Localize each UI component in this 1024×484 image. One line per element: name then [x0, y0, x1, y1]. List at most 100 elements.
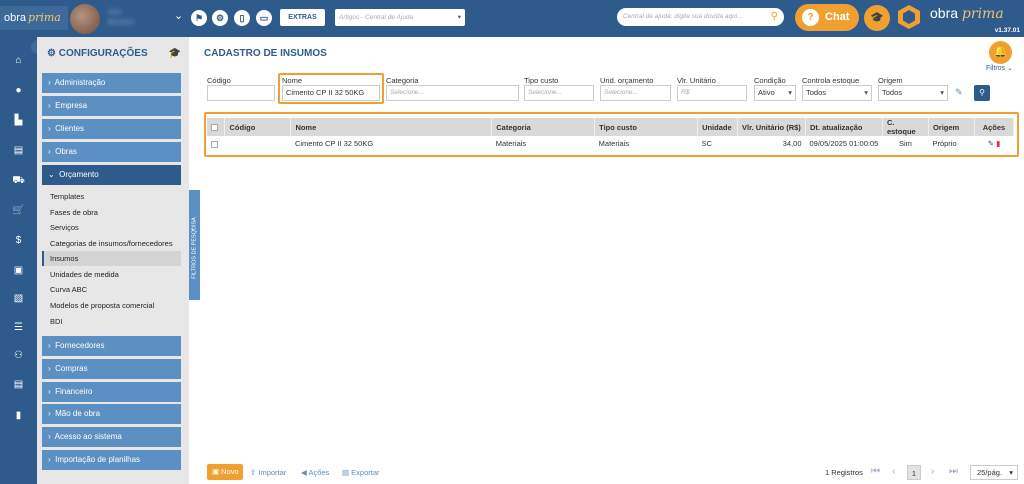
- edit-icon[interactable]: ✎: [988, 139, 994, 148]
- condicao-label: Condição: [754, 76, 786, 85]
- col-tipo-custo[interactable]: Tipo custo: [594, 118, 699, 136]
- search-icon[interactable]: ⚲: [771, 8, 778, 26]
- chevron-down-icon[interactable]: ⌄: [174, 9, 183, 22]
- extras-button[interactable]: EXTRAS: [280, 9, 325, 26]
- filters-toggle[interactable]: Filtros ⌄: [986, 64, 1013, 72]
- controla-estoque-select[interactable]: Todos: [802, 85, 872, 101]
- brand-name: obra prima: [930, 5, 1004, 22]
- cell-codigo: [225, 136, 291, 151]
- cell-origem: Próprio: [932, 139, 957, 148]
- monitor-icon[interactable]: ▭: [256, 10, 272, 26]
- chart-icon[interactable]: ▮: [0, 409, 37, 423]
- building-icon[interactable]: ▙: [0, 114, 37, 128]
- select-all-checkbox[interactable]: [207, 118, 226, 136]
- sidebar-section-fornecedores[interactable]: › Fornecedores: [42, 336, 181, 356]
- truck-icon[interactable]: ⛟: [0, 174, 37, 188]
- dollar-icon[interactable]: $: [0, 234, 37, 248]
- prev-page-icon[interactable]: ‹: [892, 466, 895, 477]
- user-icon[interactable]: ●: [0, 84, 37, 98]
- nome-input[interactable]: Cimento CP II 32 50KG: [282, 85, 380, 101]
- sidebar-section-administracao[interactable]: › Administração: [42, 73, 181, 93]
- sidebar-item-templates[interactable]: Templates: [42, 189, 181, 204]
- contract-icon[interactable]: ▧: [0, 292, 37, 306]
- origem-label: Origem: [878, 76, 903, 85]
- search-filters-tab[interactable]: ‹ FILTROS DE PESQUISA: [189, 190, 200, 300]
- page-title: CADASTRO DE INSUMOS: [204, 48, 327, 59]
- trash-icon[interactable]: ▮: [996, 139, 1000, 148]
- cart-icon[interactable]: 🛒: [0, 204, 37, 218]
- box-icon[interactable]: ▣: [0, 264, 37, 278]
- cell-tipo-custo: Materiais: [598, 139, 630, 148]
- origem-select[interactable]: Todos: [878, 85, 948, 101]
- categoria-label: Categoria: [386, 76, 419, 85]
- col-dt-atualizacao[interactable]: Dt. atualização: [805, 118, 883, 136]
- eraser-icon[interactable]: ✎: [955, 87, 963, 98]
- sidebar-section-importacao[interactable]: › Importação de planilhas: [42, 450, 181, 470]
- users-icon[interactable]: ⚇: [0, 349, 37, 363]
- search-button[interactable]: ⚲: [974, 85, 990, 101]
- flag-icon[interactable]: ⚑: [191, 10, 207, 26]
- codigo-label: Código: [207, 76, 231, 85]
- sidebar-section-acesso[interactable]: › Acesso ao sistema: [42, 427, 181, 447]
- col-c-estoque[interactable]: C. estoque: [882, 118, 929, 136]
- col-origem[interactable]: Origem: [928, 118, 975, 136]
- sidebar-item-bdi[interactable]: BDI: [42, 314, 181, 329]
- cell-categoria: Materiais: [495, 139, 527, 148]
- col-categoria[interactable]: Categoria: [491, 118, 596, 136]
- row-checkbox[interactable]: [207, 136, 225, 151]
- help-search-input[interactable]: Central de ajuda: digite sua dúvida aqui…: [617, 8, 784, 26]
- sidebar-item-insumos[interactable]: Insumos: [42, 251, 181, 266]
- col-unidade[interactable]: Unidade: [697, 118, 739, 136]
- next-page-icon[interactable]: ›: [931, 466, 934, 477]
- brand-logo-icon: [898, 5, 920, 29]
- gear-icon[interactable]: ⚙: [212, 10, 228, 26]
- categoria-select[interactable]: Selecione...: [386, 85, 519, 101]
- tipo-custo-select[interactable]: Selecione...: [524, 85, 594, 101]
- col-nome[interactable]: Nome: [290, 118, 493, 136]
- user-avatar[interactable]: [70, 4, 100, 34]
- current-page[interactable]: 1: [907, 465, 921, 480]
- articles-select[interactable]: Artigos - Central de Ajuda: [335, 9, 465, 26]
- export-button[interactable]: ▤ Exportar: [342, 468, 380, 477]
- mobile-icon[interactable]: ▯: [234, 10, 250, 26]
- sidebar-item-servicos[interactable]: Serviços: [42, 220, 181, 235]
- table-row[interactable]: Cimento CP II 32 50KG Materiais Materiai…: [207, 136, 1014, 151]
- app-logo[interactable]: obra prima: [0, 6, 68, 30]
- cell-dt-atualizacao: 09/05/2025 01:00:05: [809, 139, 879, 148]
- condicao-select[interactable]: Ativo: [754, 85, 796, 101]
- col-vlr-unitario[interactable]: Vlr. Unitário (R$): [737, 118, 806, 136]
- und-orcamento-select[interactable]: Selecione...: [600, 85, 671, 101]
- codigo-input[interactable]: [207, 85, 275, 101]
- bell-icon[interactable]: 🔔: [989, 41, 1012, 64]
- first-page-icon[interactable]: ⏮: [871, 466, 880, 477]
- col-acoes: Ações: [974, 118, 1015, 136]
- checklist-icon[interactable]: ☰: [0, 321, 37, 335]
- sidebar-item-categorias[interactable]: Categorias de insumos/fornecedores: [42, 236, 181, 251]
- home-icon[interactable]: ⌂: [0, 54, 37, 68]
- new-button[interactable]: ▣ Novo: [207, 464, 243, 480]
- graduation-cap-icon[interactable]: 🎓: [864, 5, 890, 31]
- import-button[interactable]: ⇧ Importar: [250, 468, 286, 477]
- sidebar-section-financeiro[interactable]: › Financeiro: [42, 382, 181, 402]
- sidebar-item-fases-de-obra[interactable]: Fases de obra: [42, 205, 181, 220]
- nome-label: Nome: [282, 76, 303, 85]
- graduation-cap-icon[interactable]: 🎓: [169, 48, 181, 59]
- sidebar-section-obras[interactable]: › Obras: [42, 142, 181, 162]
- actions-button[interactable]: ◀ Ações: [301, 468, 329, 477]
- sidebar-section-compras[interactable]: › Compras: [42, 359, 181, 379]
- last-page-icon[interactable]: ⏭: [949, 466, 958, 477]
- sidebar-item-modelos-proposta[interactable]: Modelos de proposta comercial: [42, 298, 181, 313]
- report-icon[interactable]: ▤: [0, 378, 37, 392]
- sidebar-section-orcamento[interactable]: ⌄ Orçamento: [42, 165, 181, 185]
- table-header-row: Código Nome Categoria Tipo custo Unidade…: [207, 118, 1015, 136]
- sidebar-item-curva-abc[interactable]: Curva ABC: [42, 282, 181, 297]
- vlr-unitario-input[interactable]: R$: [677, 85, 747, 101]
- document-icon[interactable]: ▤: [0, 144, 37, 158]
- sidebar-section-empresa[interactable]: › Empresa: [42, 96, 181, 116]
- col-codigo[interactable]: Código: [224, 118, 292, 136]
- sidebar-item-unidades-de-medida[interactable]: Unidades de medida: [42, 267, 181, 282]
- chat-button[interactable]: ? Chat: [795, 4, 859, 31]
- sidebar-section-clientes[interactable]: › Clientes: [42, 119, 181, 139]
- per-page-select[interactable]: 25/pág.: [970, 465, 1018, 480]
- sidebar-section-mao-de-obra[interactable]: › Mão de obra: [42, 404, 181, 424]
